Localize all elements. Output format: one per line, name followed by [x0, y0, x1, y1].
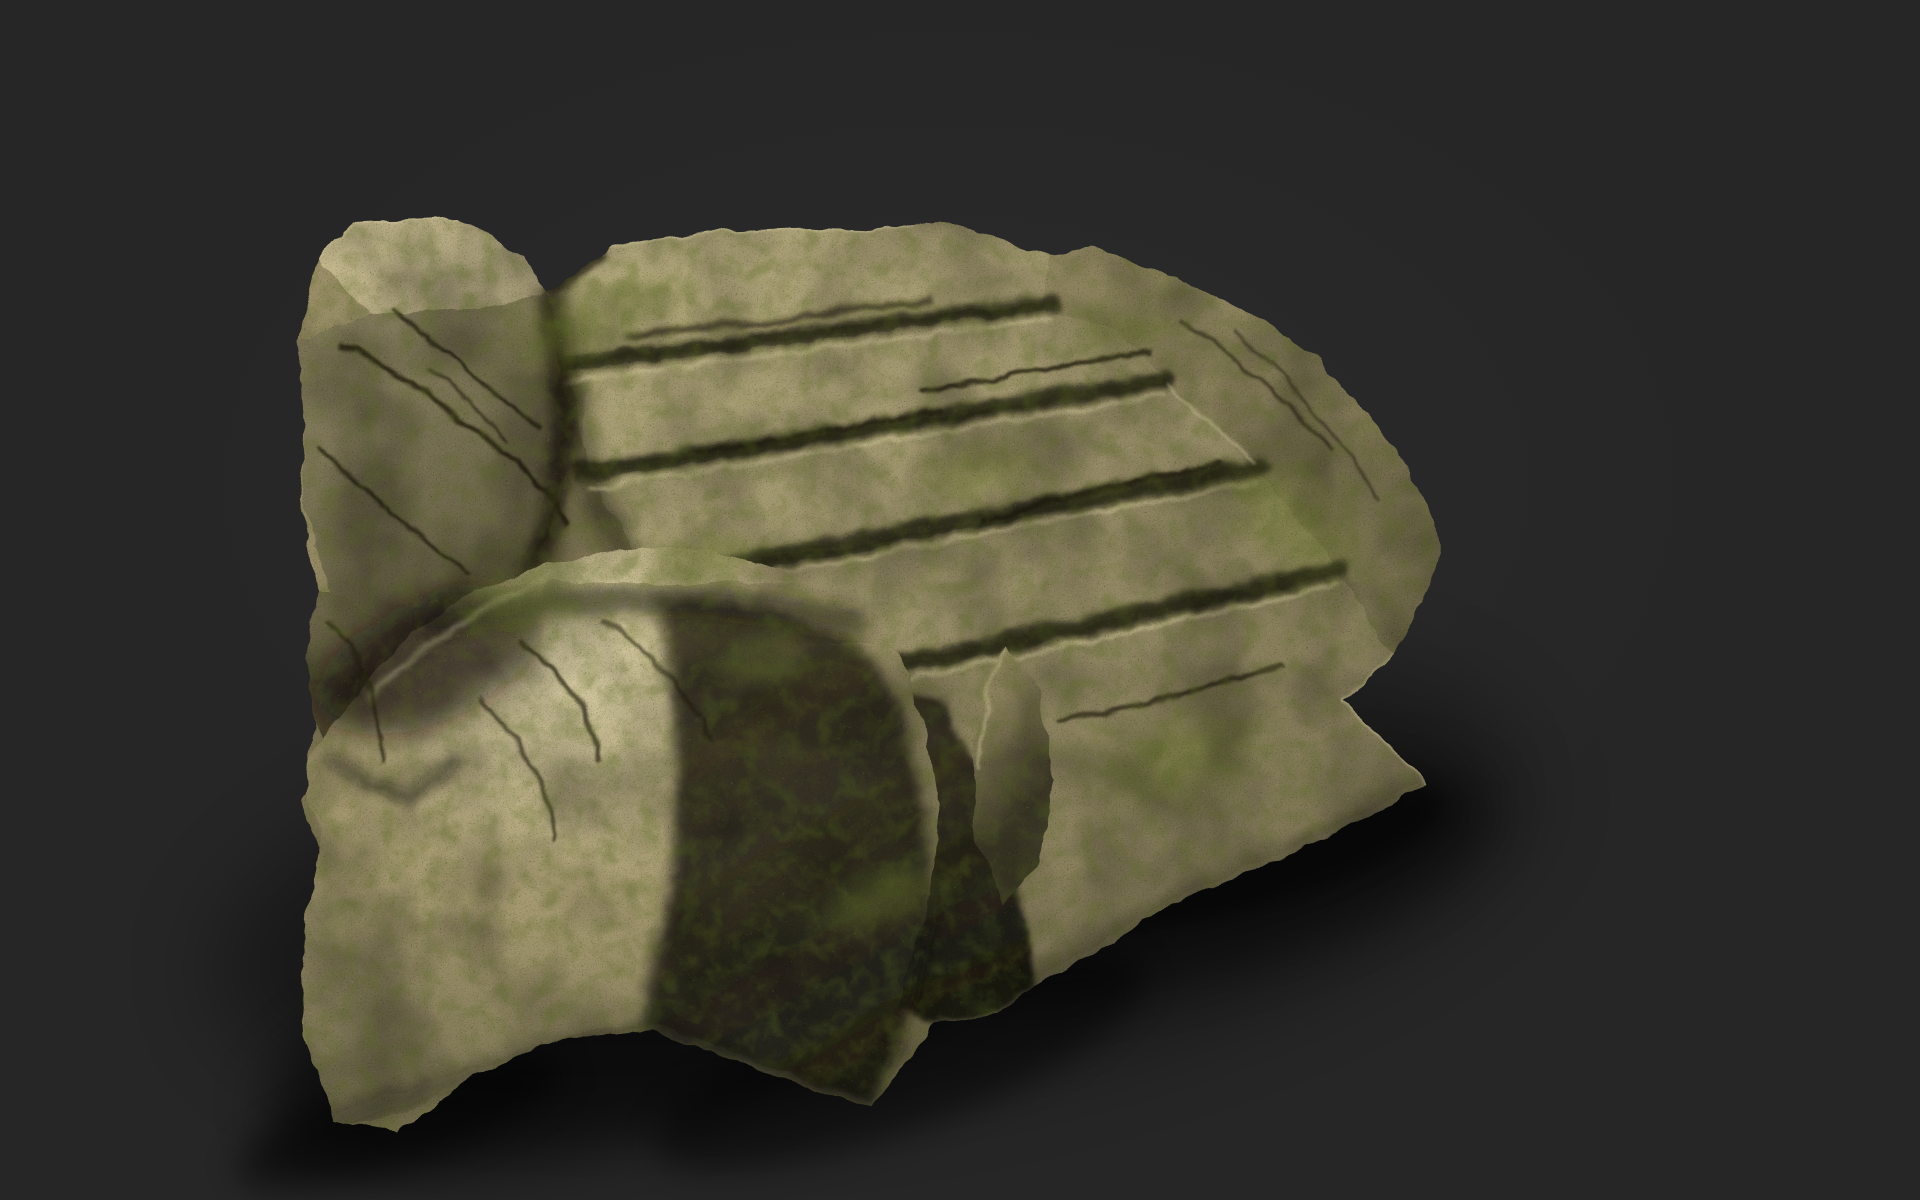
rock-steps-render: [0, 0, 1920, 1200]
render-viewport: [0, 0, 1920, 1200]
